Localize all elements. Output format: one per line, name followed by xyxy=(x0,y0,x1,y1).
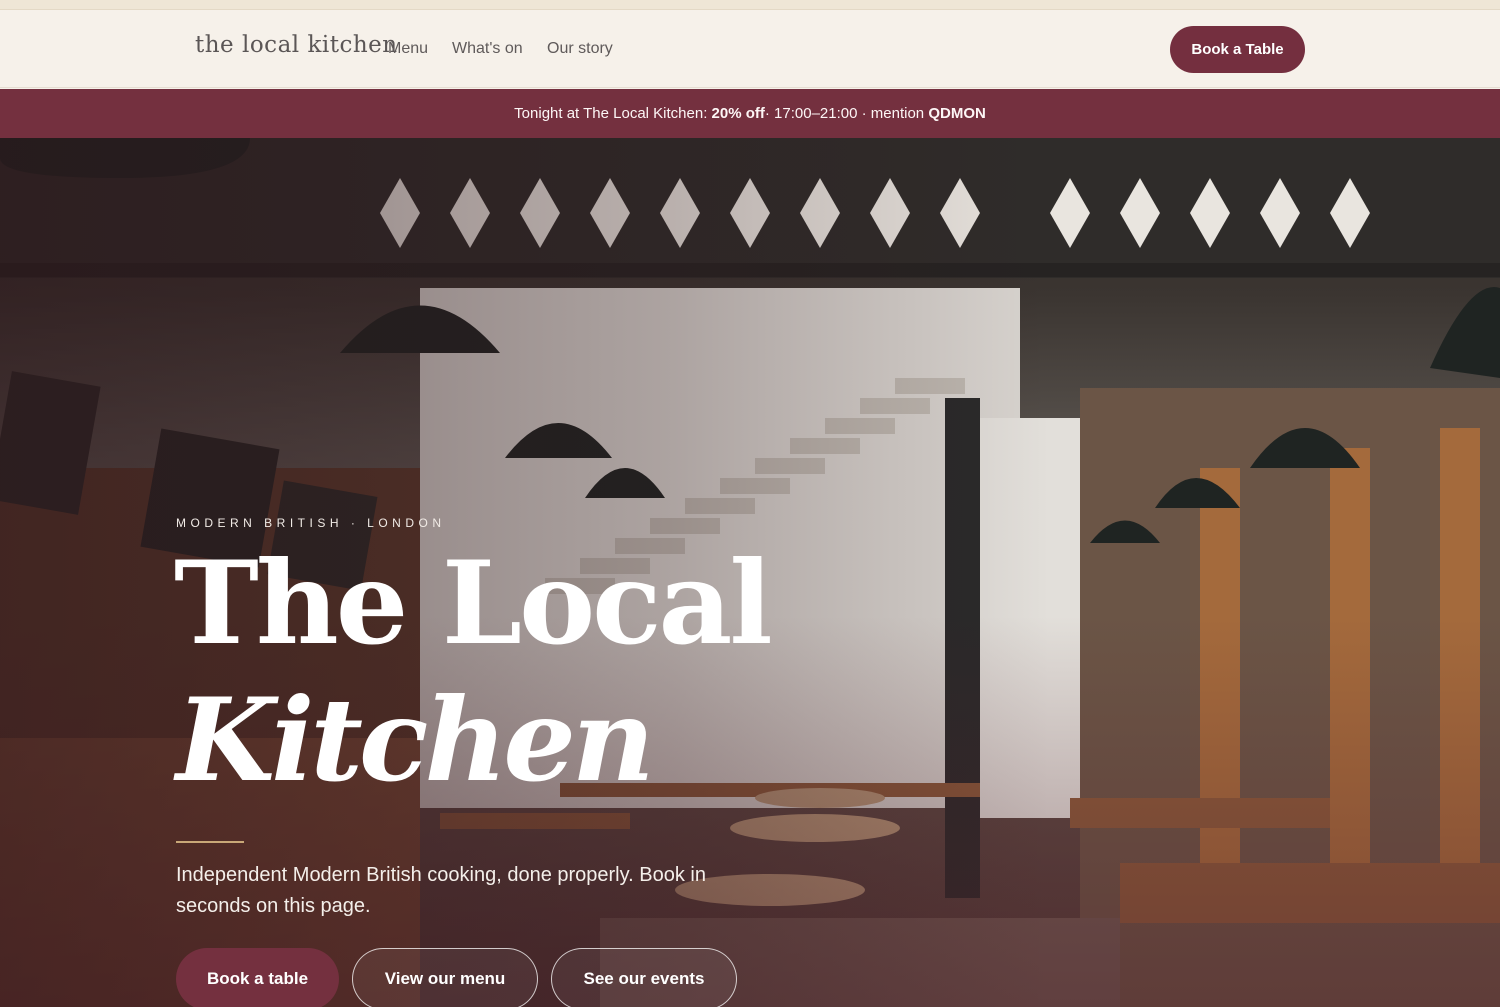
nav-link-menu[interactable]: Menu xyxy=(388,40,428,58)
promo-discount: 20% off xyxy=(711,105,765,122)
see-events-button[interactable]: See our events xyxy=(551,948,737,1007)
book-table-button[interactable]: Book a table xyxy=(176,948,339,1007)
promo-middle: · 17:00–21:00 · mention xyxy=(764,105,925,122)
promo-banner: Tonight at The Local Kitchen: 20% off · … xyxy=(0,89,1500,138)
hero-title-line1: The Local xyxy=(174,536,773,670)
hero-eyebrow: MODERN BRITISH · LONDON xyxy=(176,516,446,530)
view-menu-button[interactable]: View our menu xyxy=(352,948,538,1007)
promo-code: QDMON xyxy=(928,105,986,122)
nav-link-whats-on[interactable]: What's on xyxy=(452,40,523,58)
brand-logo[interactable]: the local kitchen xyxy=(195,32,398,58)
navbar: the local kitchen Menu What's on Our sto… xyxy=(0,10,1500,88)
top-strip xyxy=(0,0,1500,10)
promo-prefix: Tonight at The Local Kitchen: xyxy=(514,105,708,122)
hero-tagline: Independent Modern British cooking, done… xyxy=(176,864,706,917)
hero-title-line2: Kitchen xyxy=(176,673,655,807)
hero-divider xyxy=(176,841,244,843)
hero-section: MODERN BRITISH · LONDON The Local Kitche… xyxy=(0,138,1500,1007)
book-table-nav-button[interactable]: Book a Table xyxy=(1170,26,1305,73)
nav-link-our-story[interactable]: Our story xyxy=(547,40,613,58)
